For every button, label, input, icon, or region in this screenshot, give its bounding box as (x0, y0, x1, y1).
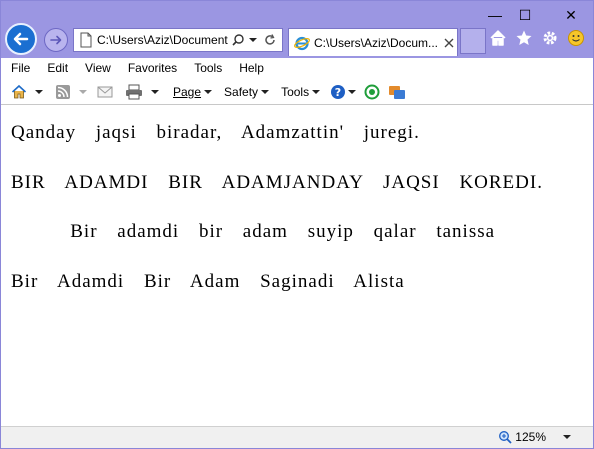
new-tab-button[interactable] (460, 28, 486, 54)
rss-feed-icon (56, 84, 70, 99)
menu-favorites[interactable]: Favorites (118, 61, 184, 75)
search-icon[interactable] (231, 33, 245, 47)
ie-logo-icon (294, 36, 310, 50)
page-menu-button[interactable]: Page (173, 84, 213, 99)
zoom-level: 125% (515, 430, 546, 444)
home-cmd-button[interactable] (11, 84, 43, 100)
minimize-icon: — (488, 7, 502, 23)
page-menu-label: Page (173, 84, 202, 99)
address-bar[interactable]: C:\Users\Aziz\Document (73, 28, 283, 52)
tools-menu-button[interactable]: Tools (281, 84, 321, 99)
text-line-2: BIR ADAMDI BIR ADAMJANDAY JAQSI KOREDI. (11, 172, 543, 193)
forward-button[interactable] (44, 28, 68, 52)
tab-title: C:\Users\Aziz\Docum... (314, 35, 438, 50)
maximize-button[interactable]: ☐ (511, 5, 539, 25)
menu-tools[interactable]: Tools (184, 61, 229, 75)
smiley-feedback-icon[interactable] (567, 29, 585, 47)
document-icon (80, 32, 92, 48)
print-dropdown-icon[interactable] (151, 89, 159, 94)
quick-action-button[interactable] (364, 84, 380, 100)
research-icon (389, 85, 406, 99)
printer-icon (126, 84, 142, 99)
close-button[interactable]: ✕ (557, 5, 585, 25)
help-dropdown-icon[interactable] (348, 89, 357, 94)
menu-file[interactable]: File (1, 61, 37, 75)
gear-icon[interactable] (541, 29, 559, 47)
tools-dropdown-icon (312, 89, 321, 94)
status-bar: 125% (1, 426, 593, 448)
mail-icon (97, 86, 113, 97)
refresh-icon[interactable] (263, 33, 277, 47)
help-icon: ? (331, 84, 346, 99)
title-bar: — ☐ ✕ C:\Users\Aziz\Document C:\Users\Az… (1, 1, 593, 58)
safety-menu-label: Safety (224, 84, 259, 99)
forward-arrow-icon (50, 35, 62, 45)
address-dropdown-icon[interactable] (249, 38, 257, 42)
home-dropdown-icon[interactable] (35, 89, 43, 94)
feeds-button[interactable] (55, 84, 87, 100)
research-button[interactable] (388, 84, 406, 100)
text-line-3: Bir adamdi bir adam suyip qalar tanissa (11, 221, 496, 242)
tab-close-icon[interactable] (444, 38, 454, 48)
zoom-dropdown-icon[interactable] (563, 435, 571, 439)
menu-edit[interactable]: Edit (37, 61, 75, 75)
close-icon: ✕ (565, 6, 577, 23)
zoom-control[interactable]: 125% (498, 430, 571, 444)
safety-menu-button[interactable]: Safety (224, 84, 270, 99)
tab-active[interactable]: C:\Users\Aziz\Docum... (288, 28, 458, 56)
command-bar: Page Safety Tools ? (1, 79, 593, 105)
text-line-4: Bir Adamdi Bir Adam Saginadi Alista (11, 271, 405, 292)
green-circle-icon (364, 84, 380, 99)
svg-text:?: ? (335, 86, 341, 99)
home-icon[interactable] (489, 29, 507, 47)
back-button[interactable] (5, 23, 37, 55)
page-dropdown-icon (204, 89, 213, 94)
maximize-icon: ☐ (518, 6, 532, 23)
zoom-icon (499, 431, 512, 444)
print-button[interactable] (125, 84, 159, 100)
browser-window: — ☐ ✕ C:\Users\Aziz\Document C:\Users\Az… (0, 0, 594, 449)
text-line-1: Qanday jaqsi biradar, Adamzattin' juregi… (11, 122, 420, 143)
read-mail-button[interactable] (97, 85, 113, 99)
home-icon (11, 84, 27, 98)
toolbar-right-icons (489, 29, 585, 47)
menu-help[interactable]: Help (229, 61, 271, 75)
feeds-dropdown-icon[interactable] (79, 89, 87, 94)
address-text: C:\Users\Aziz\Document (97, 33, 228, 47)
menu-bar: File Edit View Favorites Tools Help (1, 58, 593, 78)
safety-dropdown-icon (261, 89, 270, 94)
back-arrow-icon (13, 32, 29, 46)
minimize-button[interactable]: — (481, 5, 509, 25)
tools-menu-label: Tools (281, 84, 310, 99)
favorites-star-icon[interactable] (515, 29, 533, 47)
menu-view[interactable]: View (75, 61, 118, 75)
page-content: Qanday jaqsi biradar, Adamzattin' juregi… (1, 106, 593, 426)
help-button[interactable]: ? (330, 84, 357, 100)
